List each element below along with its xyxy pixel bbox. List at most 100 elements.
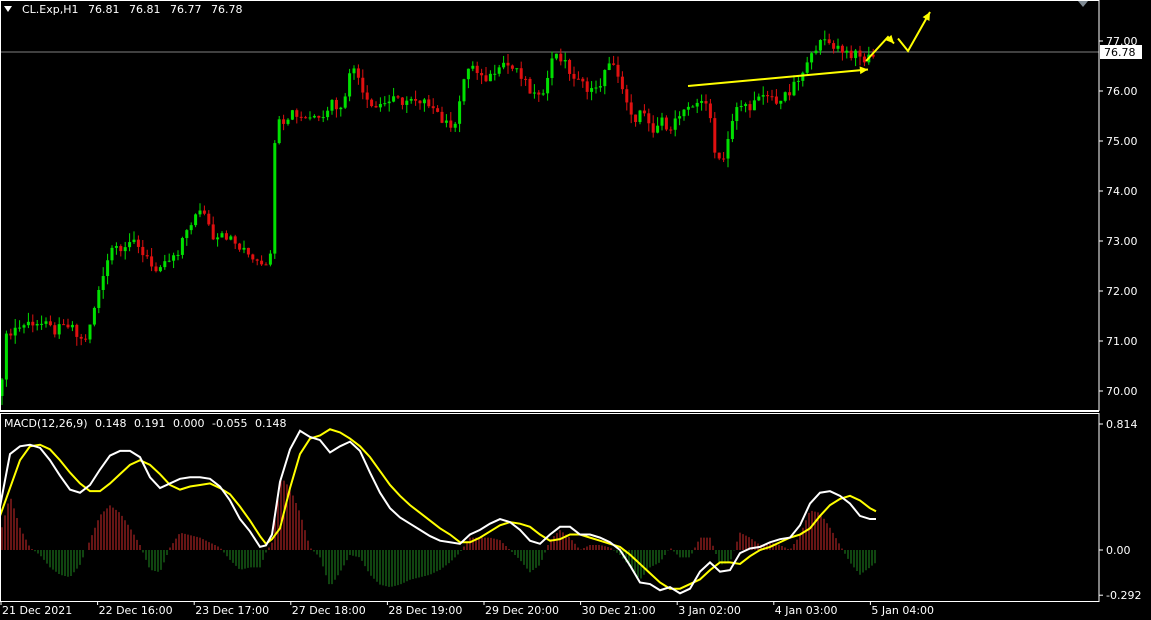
candle-body [268,253,272,265]
candle-body [18,327,22,329]
candle-body [242,247,246,250]
candle-body [453,123,457,128]
candle-body [634,114,638,122]
symbol-label: CL.Exp,H1 [22,3,79,16]
candle-body [352,68,356,74]
candle-body [673,118,677,130]
macd-value-2: 0.191 [134,417,166,430]
trading-chart[interactable]: 77.0076.0075.0074.0073.0072.0071.0070.00… [0,0,1151,620]
chart-background [0,0,1151,620]
candle-body [788,92,792,96]
candle-body [849,50,853,59]
macd-tick-label: 0.00 [1106,544,1131,557]
candle-body [744,104,748,106]
candle-body [686,106,690,110]
candle-body [537,92,541,95]
candle-body [466,68,470,80]
candle-body [220,233,224,238]
candle-body [471,65,475,69]
macd-tick-label: 0.814 [1106,418,1138,431]
time-tick-label: 21 Dec 2021 [2,604,72,617]
candle-body [418,100,422,104]
candle-body [224,233,228,240]
candle-body [607,63,611,71]
candle-body [458,101,462,124]
candle-body [35,323,39,326]
candle-body [163,261,167,268]
candle [4,330,8,387]
time-tick-label: 29 Dec 20:00 [485,604,559,617]
candle-body [862,56,866,63]
candle-body [488,73,492,82]
candle-body [189,225,193,231]
candle-body [145,255,149,257]
candle-body [836,45,840,49]
candle-body [387,101,391,104]
candle [194,213,198,228]
dropdown-triangle-icon[interactable] [4,6,12,12]
candle-body [590,88,594,92]
candle-body [343,96,347,108]
candle-body [541,93,545,95]
candle-body [128,242,132,248]
candle-body [651,123,655,133]
candle-body [840,45,844,53]
candle-body [312,115,316,118]
candle-body [594,87,598,89]
candle-body [290,110,294,120]
candle-body [40,323,44,325]
price-tick-label: 74.00 [1106,185,1138,198]
candle-body [70,324,74,328]
candle-body [444,120,448,123]
candle-body [625,89,629,103]
macd-value-3: 0.000 [173,417,205,430]
candle-body [392,96,396,102]
candle-body [722,158,726,160]
candle-body [361,77,365,93]
candle [462,78,466,105]
time-tick-label: 5 Jan 04:00 [871,604,934,617]
candle-body [757,96,761,101]
candle-body [365,92,369,100]
candle-body [158,267,162,272]
candle-body [664,117,668,130]
candle-body [598,86,602,88]
time-tick-label: 27 Dec 18:00 [292,604,366,617]
candle-body [572,73,576,79]
candle-body [449,120,453,128]
candle-body [515,68,519,70]
candle-body [282,119,286,124]
candle-body [400,97,404,105]
candle-body [739,105,743,108]
candle-body [4,333,8,380]
candle-body [180,238,184,255]
candle-body [44,321,48,324]
candle-body [568,60,572,74]
candle-body [136,239,140,247]
candle-body [255,259,259,261]
candle [277,116,281,145]
candle-body [735,107,739,122]
candle-body [123,247,127,252]
candle-body [827,39,831,44]
candle-body [506,62,510,66]
candle-body [176,254,180,256]
candle-body [854,50,858,59]
candle-body [26,321,30,326]
candle-body [431,106,435,109]
candle-body [497,67,501,74]
candle-body [207,213,211,225]
candle-body [62,324,66,326]
candle-body [405,100,409,105]
candle-body [524,78,528,80]
candle-body [563,60,567,62]
candle-body [748,104,752,111]
candle-body [801,72,805,81]
candle-body [713,118,717,153]
candle-body [374,106,378,108]
candle-body [845,50,849,53]
price-tick-label: 70.00 [1106,385,1138,398]
candle-body [440,111,444,123]
candle-body [246,247,250,255]
candle-body [532,92,536,94]
